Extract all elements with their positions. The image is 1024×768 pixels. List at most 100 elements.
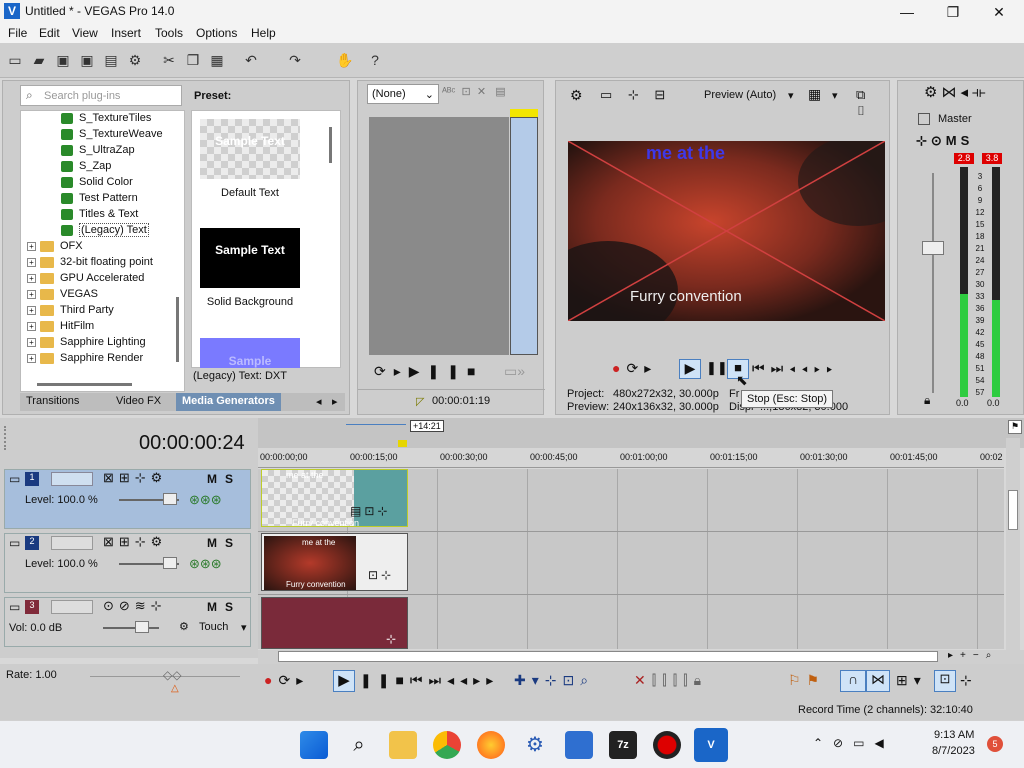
tree-folder[interactable]: + OFX — [27, 240, 83, 256]
clock-time[interactable]: 9:13 AM — [934, 729, 974, 741]
menu-options[interactable]: Options — [196, 26, 237, 40]
master-fader[interactable] — [922, 241, 944, 255]
trimmer-source-select[interactable]: (None) ⌄ — [367, 84, 439, 104]
search-plugins-input[interactable]: ⌕ Search plug-ins — [20, 85, 182, 106]
clip-event-icons[interactable]: ⊹ — [386, 632, 396, 646]
compositing-icons[interactable]: ⊛⊛⊛ — [189, 492, 222, 508]
video-clip-text[interactable]: me at the Furry convention ▤⊡⊹ — [261, 469, 408, 527]
trimmer-extra-controls[interactable]: ▭» — [504, 363, 525, 380]
master-fx-mute-solo[interactable]: ⊹⊙MS — [916, 133, 973, 149]
rate-thumb[interactable]: ◇◇ — [163, 668, 181, 682]
new-icon[interactable]: ▭ — [6, 51, 24, 69]
maximize-button[interactable]: ❐ — [930, 0, 976, 24]
record-icon[interactable]: ● — [612, 360, 626, 376]
screen-recorder-icon[interactable] — [653, 731, 681, 759]
vscroll-thumb[interactable] — [1008, 490, 1018, 530]
video-clip-media[interactable]: me at the Furry convention ⊡⊹ — [261, 533, 408, 591]
render-icon[interactable]: ▤ — [102, 51, 120, 69]
expand-icon[interactable]: + — [27, 257, 36, 267]
menu-edit[interactable]: Edit — [39, 26, 60, 40]
play-from-start-icon[interactable]: ▸ — [296, 672, 309, 688]
tree-item[interactable]: S_Zap — [61, 160, 111, 176]
tabs-scroll-left-icon[interactable]: ◂ — [316, 395, 322, 408]
expand-icon[interactable]: + — [27, 289, 36, 299]
tree-folder[interactable]: + HitFilm — [27, 320, 94, 336]
menu-help[interactable]: Help — [251, 26, 276, 40]
tree-folder[interactable]: + VEGAS — [27, 288, 98, 304]
audio-clip[interactable]: ⊹ — [261, 597, 408, 649]
tree-folder[interactable]: + Third Party — [27, 304, 114, 320]
tabs-scroll-right-icon[interactable]: ▸ — [332, 395, 338, 408]
expand-icon[interactable]: + — [27, 241, 36, 251]
cut-icon[interactable]: ✂ — [160, 51, 178, 69]
preset-thumbnail-solid[interactable]: Sample Text — [200, 228, 300, 288]
main-transport-nav[interactable]: ❚❚■⏮⏭◂◂▸▸ — [360, 672, 499, 689]
preview-video-frame[interactable]: me at the Furry convention — [568, 141, 885, 321]
tree-item[interactable]: S_TextureTiles — [61, 112, 151, 128]
menu-insert[interactable]: Insert — [111, 26, 141, 40]
preview-settings-gear-icon[interactable]: ⚙ — [570, 87, 583, 104]
vegas-taskbar-icon[interactable]: V — [694, 728, 728, 762]
main-transport[interactable]: ●⟳▸ — [264, 672, 309, 689]
menu-tools[interactable]: Tools — [155, 26, 183, 40]
tree-hscrollbar[interactable] — [37, 383, 132, 386]
play-from-start-icon[interactable]: ▸ — [644, 360, 657, 376]
expand-icon[interactable]: + — [27, 337, 36, 347]
tab-video-fx[interactable]: Video FX — [116, 395, 161, 407]
tree-scrollbar[interactable] — [176, 297, 179, 362]
undo-icon[interactable]: ↶ — [242, 51, 260, 69]
preview-transport-nav[interactable]: ⏮⏭◂◂▸▸ — [752, 360, 839, 377]
system-tray-icons[interactable]: ⌃⊘▭◀︎ — [813, 736, 894, 750]
mute-solo[interactable]: MS — [207, 536, 241, 550]
tree-item[interactable]: Titles & Text — [61, 208, 138, 224]
settings-gear-icon[interactable]: ⚙ — [521, 731, 549, 759]
snapping-icon[interactable]: ∩ — [840, 670, 866, 692]
notepad-icon[interactable] — [565, 731, 593, 759]
save-icon[interactable]: ▣ — [54, 51, 72, 69]
lock-icon[interactable]: 🔒︎ — [924, 393, 930, 408]
clip-event-icons[interactable]: ⊡⊹ — [368, 568, 394, 582]
tree-item-selected[interactable]: (Legacy) Text — [61, 223, 149, 240]
ignore-grouping-icon[interactable]: ⊹ — [960, 672, 972, 689]
timeline-hscrollbar[interactable]: ▸+−⌕ — [258, 650, 1024, 664]
clip-event-icons[interactable]: ▤⊡⊹ — [350, 504, 390, 518]
auto-crossfade-icon[interactable]: ⋈ — [866, 670, 890, 692]
firefox-icon[interactable] — [477, 731, 505, 759]
tree-folder[interactable]: + Sapphire Lighting — [27, 336, 146, 352]
tree-item[interactable]: S_TextureWeave — [61, 128, 163, 144]
preset-scrollbar[interactable] — [329, 127, 332, 163]
tree-folder[interactable]: + GPU Accelerated — [27, 272, 144, 288]
track-name-field[interactable] — [51, 472, 93, 486]
collapse-icon[interactable]: ▭ — [9, 472, 22, 486]
open-icon[interactable]: ▰ — [30, 51, 48, 69]
marker-icon[interactable] — [398, 440, 407, 447]
ripple-icons[interactable]: ⊞▾ — [896, 672, 927, 689]
tree-item[interactable]: Solid Color — [61, 176, 133, 192]
volume-thumb[interactable] — [135, 621, 149, 633]
collapse-icon[interactable]: ▭ — [9, 536, 20, 550]
mute-solo[interactable]: MS — [207, 600, 241, 614]
track-name-field[interactable] — [51, 536, 93, 550]
tree-item[interactable]: Test Pattern — [61, 192, 138, 208]
preview-tool-icons[interactable]: ▭ ⊹ ⊟ — [600, 87, 671, 103]
timeline-vscrollbar[interactable] — [1006, 438, 1020, 650]
automation-mode[interactable]: Touch — [199, 621, 228, 633]
edit-tool-icon[interactable]: ✋ — [336, 51, 354, 69]
loop-region-bar[interactable] — [346, 424, 406, 425]
copy-icon[interactable]: ❐ — [184, 51, 202, 69]
track-fx-icons[interactable]: ⊠⊞⊹⚙ — [103, 470, 167, 486]
track-header-2[interactable]: ▭ 2 ⊠⊞⊹⚙ MS Level: 100.0 % ⊛⊛⊛ — [4, 533, 251, 593]
mute-solo[interactable]: MS — [207, 472, 241, 486]
tree-folder[interactable]: +32-bit floating point — [27, 256, 153, 272]
minimize-button[interactable]: — — [884, 0, 930, 24]
tree-folder[interactable]: + Sapphire Render — [27, 352, 143, 368]
record-icon[interactable]: ● — [264, 672, 278, 688]
automation-gear-icon[interactable]: ⚙ — [179, 620, 189, 633]
7zip-icon[interactable]: 7z — [609, 731, 637, 759]
tab-media-generators[interactable]: Media Generators — [176, 393, 281, 411]
paste-icon[interactable]: ▦ — [208, 51, 226, 69]
trimmer-selection[interactable] — [510, 117, 538, 355]
edit-command-icons[interactable]: ✕⫿⫿⫿⫿🔒︎ — [634, 672, 707, 689]
clock-date[interactable]: 8/7/2023 — [932, 745, 975, 757]
hscroll-thumb[interactable] — [278, 651, 938, 662]
